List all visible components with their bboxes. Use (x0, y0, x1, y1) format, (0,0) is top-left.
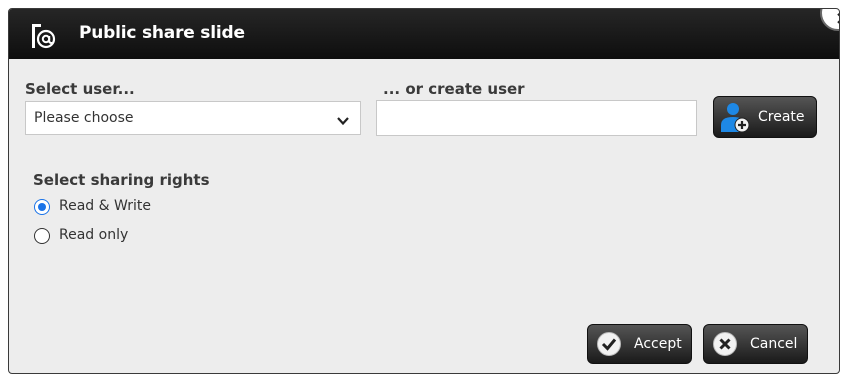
radio-read-only-label: Read only (59, 227, 129, 243)
cancel-button[interactable]: Cancel (703, 324, 808, 364)
create-user-label: ... or create user (383, 80, 525, 98)
user-select[interactable]: Please choose (25, 101, 361, 135)
close-icon: × (835, 9, 839, 29)
radio-read-write-label: Read & Write (59, 198, 151, 214)
dialog-title: Public share slide (79, 23, 245, 43)
checkmark-icon (597, 332, 621, 356)
sharing-rights-label: Select sharing rights (33, 171, 210, 189)
radio-button[interactable] (34, 228, 50, 244)
dialog-titlebar: Public share slide (9, 9, 839, 59)
create-button-label: Create (758, 109, 805, 125)
add-user-icon (720, 101, 754, 135)
cancel-button-label: Cancel (750, 336, 798, 352)
create-user-input[interactable] (376, 100, 697, 136)
create-user-button[interactable]: Create (713, 96, 817, 138)
radio-button-checked[interactable] (34, 199, 50, 215)
select-user-label: Select user... (25, 80, 135, 98)
accept-button-label: Accept (634, 336, 682, 352)
user-select-value: Please choose (34, 110, 134, 126)
cancel-x-icon (713, 332, 737, 356)
accept-button[interactable]: Accept (587, 324, 692, 364)
chevron-down-icon (336, 112, 350, 126)
public-share-dialog: Public share slide × Select user... Plea… (8, 8, 840, 374)
share-link-icon (29, 22, 59, 50)
